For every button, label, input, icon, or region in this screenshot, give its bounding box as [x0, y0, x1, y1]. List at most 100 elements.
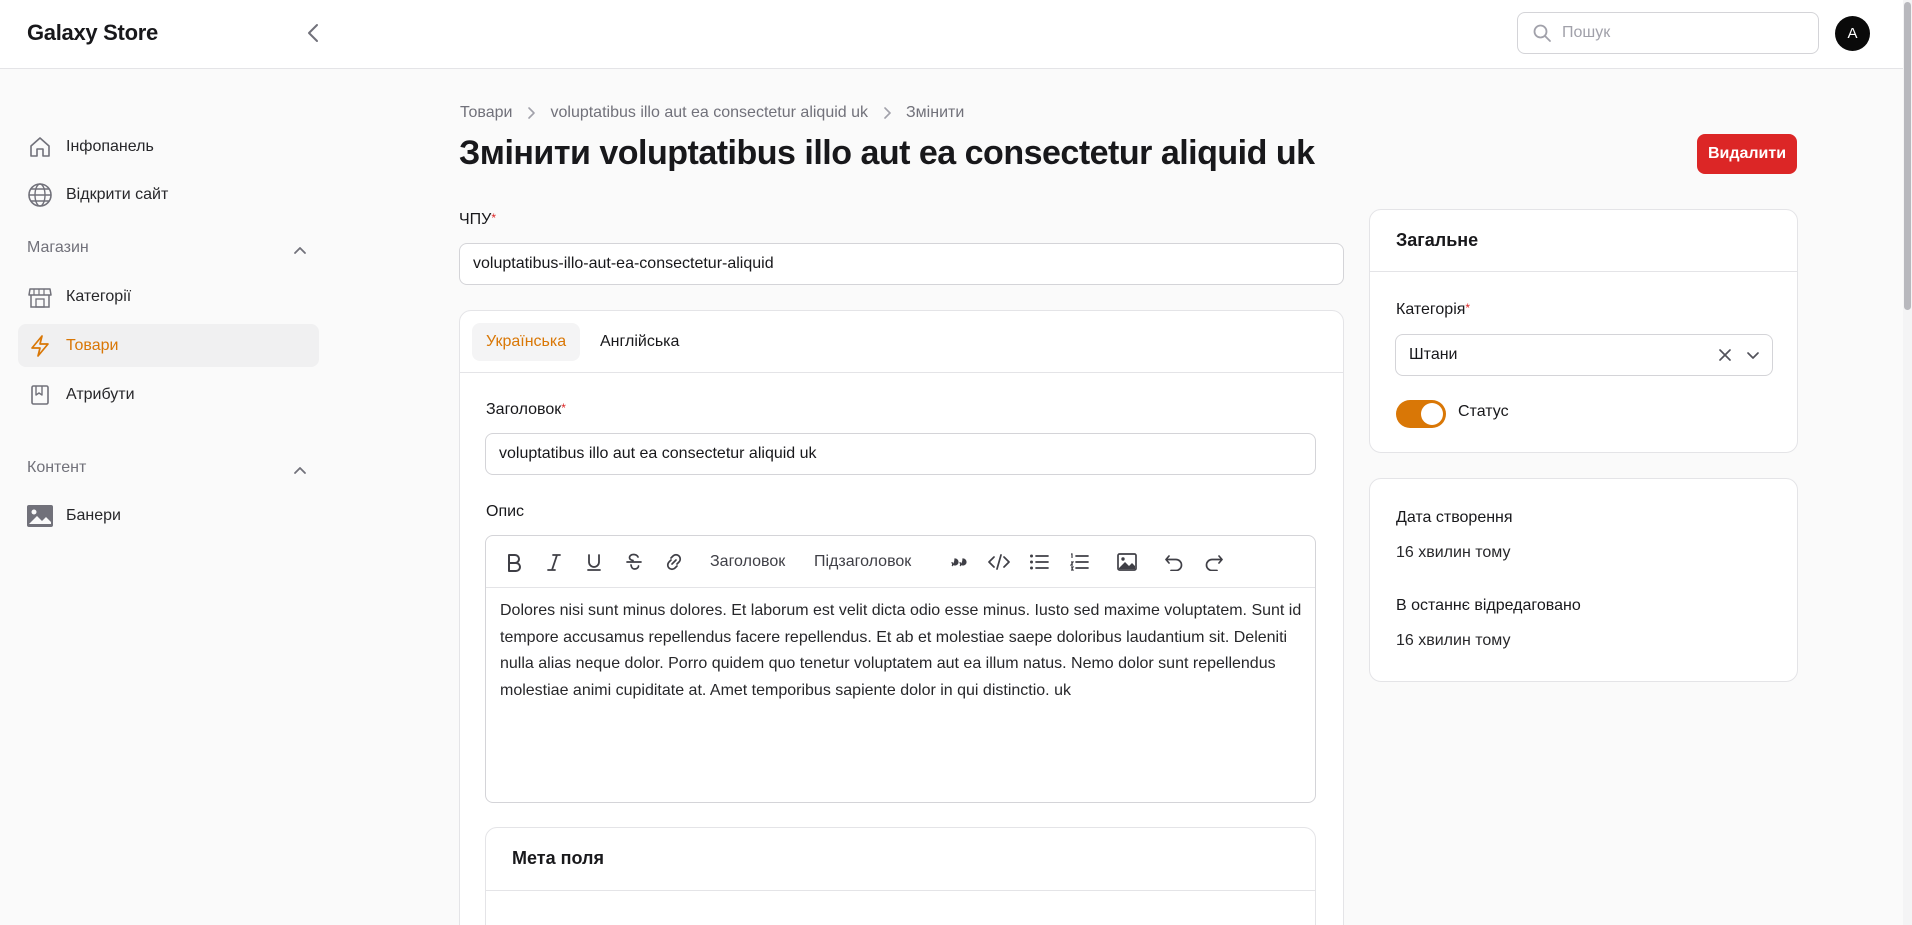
strikethrough-icon [626, 553, 642, 570]
underline-button[interactable] [580, 548, 608, 576]
search-box [1517, 12, 1819, 54]
slug-label: ЧПУ* [459, 211, 496, 229]
breadcrumb: Товари voluptatibus illo aut ea consecte… [460, 104, 964, 122]
category-label: Категорія* [1396, 301, 1470, 319]
delete-button[interactable]: Видалити [1697, 134, 1797, 174]
topbar: Galaxy Store A [0, 0, 1912, 69]
timestamps-card: Дата створення 16 хвилин тому В останнє … [1369, 478, 1798, 682]
sidebar-item-label: Відкрити сайт [66, 185, 169, 203]
rich-text-editor: Заголовок Підзаголовок Dolores nisi sunt… [485, 535, 1316, 803]
sidebar: Інфопанель Відкрити сайт Магазин Категор… [0, 69, 335, 925]
italic-button[interactable] [540, 548, 568, 576]
search-input[interactable] [1562, 24, 1802, 42]
link-icon [666, 553, 682, 571]
link-button[interactable] [660, 548, 688, 576]
required-marker: * [561, 401, 566, 415]
subheading-button[interactable]: Підзаголовок [814, 548, 911, 576]
updated-label: В останнє відредаговано [1396, 597, 1581, 614]
chevron-left-icon [308, 24, 318, 42]
general-card: Загальне Категорія* Штани Статус [1369, 209, 1798, 453]
redo-button[interactable] [1200, 548, 1228, 576]
category-label-text: Категорія [1396, 301, 1466, 318]
brand-logo[interactable]: Galaxy Store [27, 20, 158, 46]
collapse-sidebar-button[interactable] [300, 20, 326, 46]
sidebar-item-categories[interactable]: Категорії [18, 275, 319, 318]
meta-fields-section: Мета поля [485, 827, 1316, 925]
sidebar-item-label: Атрибути [66, 385, 135, 403]
sidebar-item-open-site[interactable]: Відкрити сайт [18, 173, 319, 216]
clear-icon[interactable] [1718, 348, 1732, 362]
page-title: Змінити voluptatibus illo aut ea consect… [459, 134, 1315, 172]
sidebar-item-label: Інфопанель [66, 137, 154, 155]
translations-card: Українська Англійська Заголовок* Опис За… [459, 310, 1344, 925]
breadcrumb-link-products[interactable]: Товари [460, 104, 512, 122]
required-marker: * [491, 211, 496, 225]
divider [486, 890, 1315, 891]
breadcrumb-link-product[interactable]: voluptatibus illo aut ea consectetur ali… [550, 104, 868, 122]
editor-content[interactable]: Dolores nisi sunt minus dolores. Et labo… [500, 598, 1306, 704]
sidebar-item-attributes[interactable]: Атрибути [18, 373, 319, 416]
code-icon [988, 554, 1010, 570]
chevron-down-icon[interactable] [1745, 347, 1761, 363]
ordered-list-button[interactable] [1065, 548, 1093, 576]
language-tabs: Українська Англійська [460, 311, 1343, 373]
breadcrumb-current: Змінити [906, 104, 965, 121]
updated-value: 16 хвилин тому [1396, 632, 1511, 649]
tab-ukrainian[interactable]: Українська [472, 323, 581, 361]
chevron-right-icon [882, 106, 892, 120]
title-label-text: Заголовок [486, 401, 562, 418]
tab-english[interactable]: Англійська [586, 323, 693, 361]
store-icon [26, 283, 54, 311]
bold-button[interactable] [500, 548, 528, 576]
redo-icon [1205, 555, 1223, 571]
slug-label-text: ЧПУ [459, 211, 492, 228]
toggle-knob [1421, 403, 1443, 425]
editor-toolbar: Заголовок Підзаголовок [486, 536, 1315, 588]
ordered-list-icon [1069, 553, 1089, 571]
blockquote-button[interactable] [945, 548, 973, 576]
title-label: Заголовок* [486, 401, 566, 419]
status-toggle[interactable] [1396, 400, 1446, 428]
bullet-list-button[interactable] [1025, 548, 1053, 576]
scrollbar-thumb[interactable] [1904, 2, 1911, 310]
created-label: Дата створення [1396, 509, 1513, 526]
italic-icon [547, 554, 561, 571]
page-scrollbar[interactable] [1903, 0, 1912, 925]
status-label: Статус [1458, 403, 1509, 420]
heading-button[interactable]: Заголовок [710, 548, 785, 576]
image-icon [26, 502, 54, 530]
search-icon [1533, 24, 1551, 42]
undo-icon [1165, 555, 1183, 571]
globe-icon [26, 181, 54, 209]
underline-icon [587, 554, 601, 571]
bold-icon [508, 554, 521, 572]
sidebar-group-content: Контент [27, 459, 87, 476]
divider [1370, 271, 1797, 272]
undo-button[interactable] [1160, 548, 1188, 576]
description-label: Опис [486, 503, 525, 520]
sidebar-item-dashboard[interactable]: Інфопанель [18, 125, 319, 168]
avatar[interactable]: A [1835, 16, 1870, 51]
code-button[interactable] [985, 548, 1013, 576]
sidebar-item-banners[interactable]: Банери [18, 494, 319, 537]
strikethrough-button[interactable] [620, 548, 648, 576]
insert-image-button[interactable] [1113, 548, 1141, 576]
slug-input[interactable] [459, 243, 1344, 285]
meta-fields-title: Мета поля [512, 848, 604, 868]
home-icon [26, 133, 54, 161]
general-title: Загальне [1396, 230, 1479, 250]
category-select[interactable]: Штани [1395, 334, 1773, 376]
sidebar-item-label: Банери [66, 506, 121, 524]
required-marker: * [1465, 301, 1471, 315]
created-value: 16 хвилин тому [1396, 544, 1511, 561]
bolt-icon [26, 332, 54, 360]
quote-icon [951, 558, 967, 567]
chevron-up-icon[interactable] [290, 460, 310, 480]
bookmark-icon [26, 381, 54, 409]
sidebar-item-products[interactable]: Товари [18, 324, 319, 367]
sidebar-item-label: Категорії [66, 287, 132, 305]
sidebar-group-shop: Магазин [27, 239, 89, 256]
sidebar-item-label: Товари [66, 336, 119, 354]
title-input[interactable] [485, 433, 1316, 475]
chevron-up-icon[interactable] [290, 240, 310, 260]
